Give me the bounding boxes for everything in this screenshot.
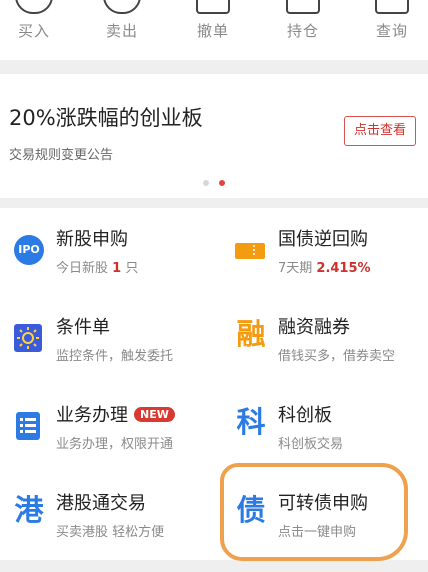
ipo-icon: IPO: [14, 235, 44, 265]
grid-item-subtitle: 科创板交易: [278, 437, 344, 452]
grid-item-subtitle: 业务办理，权限开通: [56, 437, 174, 452]
subtitle-prefix: 今日新股: [56, 261, 113, 276]
grid-item-title: 条件单: [56, 317, 110, 338]
grid-item-title: 港股通交易: [56, 493, 146, 514]
nav-sell-label: 卖出: [105, 22, 138, 40]
banner-title: 20%涨跌幅的创业板: [9, 106, 203, 130]
grid-item-subtitle: 监控条件，触发委托: [56, 349, 174, 364]
grid-item-hk-connect[interactable]: 港 港股通交易 买卖港股 轻松方便: [0, 472, 214, 560]
nav-holdings-label: 持仓: [286, 22, 319, 40]
grid-item-star-market[interactable]: 科 科创板 科创板交易: [222, 384, 428, 472]
grid-item-title-row: 业务办理 NEW: [56, 401, 175, 427]
nav-cancel-order[interactable]: 撤单: [173, 0, 253, 60]
query-icon: [375, 0, 409, 14]
star-market-icon: 科: [236, 405, 266, 439]
repo-rate: 2.415%: [316, 261, 371, 276]
nav-buy-label: 买入: [17, 22, 50, 40]
carousel-dot[interactable]: [203, 180, 209, 186]
treasury-ticket-icon: [235, 243, 265, 259]
nav-holdings[interactable]: 持仓: [263, 0, 343, 60]
nav-buy[interactable]: 买入: [0, 0, 74, 60]
grid-item-title: 新股申购: [56, 229, 128, 250]
grid-item-business-handling[interactable]: 业务办理 NEW 业务办理，权限开通: [0, 384, 214, 472]
grid-item-ipo-subscription[interactable]: IPO 新股申购 今日新股 1 只: [0, 208, 214, 296]
margin-trading-icon: 融: [236, 317, 266, 351]
grid-item-title: 融资融券: [278, 317, 350, 338]
carousel-indicator: [0, 180, 428, 186]
cancel-order-icon: [196, 0, 230, 14]
grid-item-condition-order[interactable]: 条件单 监控条件，触发委托: [0, 296, 214, 384]
new-ipo-count: 1: [112, 261, 122, 276]
holdings-icon: [286, 0, 320, 14]
hk-connect-icon: 港: [14, 493, 44, 527]
subtitle-suffix: 只: [121, 261, 139, 276]
grid-item-title: 国债逆回购: [278, 229, 368, 250]
grid-item-subtitle: 7天期 2.415%: [278, 257, 371, 276]
nav-query[interactable]: 查询: [352, 0, 428, 60]
business-list-icon: [16, 412, 40, 440]
grid-item-subtitle: 借钱买多，借券卖空: [278, 349, 396, 364]
top-nav: 买入 卖出 撤单 持仓 查询: [0, 0, 428, 60]
grid-item-title: 科创板: [278, 405, 332, 426]
subtitle-prefix: 7天期: [278, 261, 317, 276]
banner-subtitle: 交易规则变更公告: [9, 148, 114, 163]
grid-item-margin-trading[interactable]: 融 融资融券 借钱买多，借券卖空: [222, 296, 428, 384]
sell-icon: [103, 0, 141, 14]
nav-cancel-order-label: 撤单: [196, 22, 229, 40]
announcement-banner[interactable]: 20%涨跌幅的创业板 交易规则变更公告 点击查看: [0, 74, 428, 198]
grid-item-subtitle: 买卖港股 轻松方便: [56, 525, 165, 540]
view-details-button[interactable]: 点击查看: [344, 116, 416, 146]
ipo-icon-text: IPO: [18, 243, 40, 256]
grid-item-title: 业务办理: [56, 405, 128, 426]
condition-order-icon: [14, 324, 42, 352]
grid-item-subtitle: 今日新股 1 只: [56, 257, 138, 276]
highlight-annotation: [220, 463, 408, 561]
nav-query-label: 查询: [375, 22, 408, 40]
carousel-dot-active[interactable]: [219, 180, 225, 186]
nav-sell[interactable]: 卖出: [82, 0, 162, 60]
buy-icon: [15, 0, 53, 14]
grid-item-treasury-reverse-repo[interactable]: 国债逆回购 7天期 2.415%: [222, 208, 428, 296]
new-badge: NEW: [134, 407, 175, 422]
